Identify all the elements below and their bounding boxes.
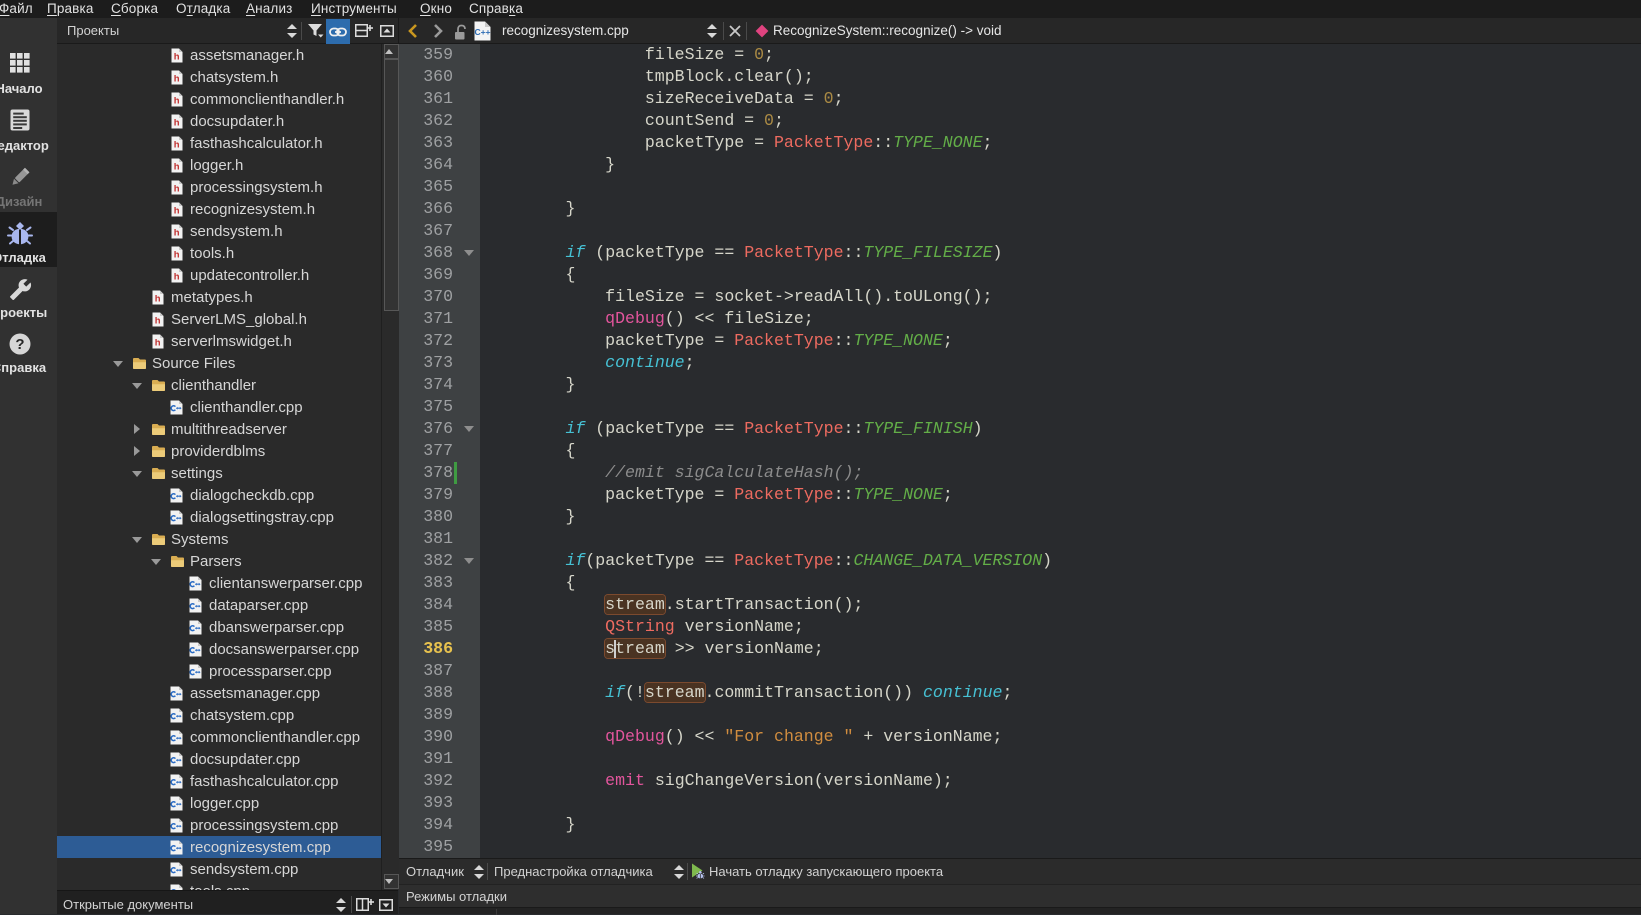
svg-text:C++: C++ [474, 27, 490, 37]
